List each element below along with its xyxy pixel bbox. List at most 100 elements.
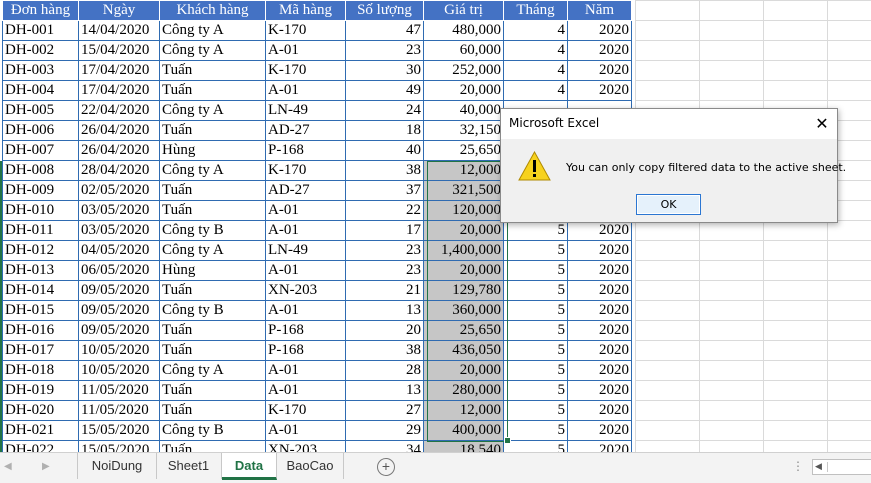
table-cell[interactable]: 60,000 [423, 40, 504, 61]
table-cell[interactable]: 5 [503, 360, 568, 381]
table-cell[interactable]: 03/05/2020 [78, 200, 160, 221]
table-cell[interactable]: K-170 [265, 400, 346, 421]
table-cell[interactable]: Tuấn [159, 180, 266, 201]
table-cell[interactable]: 400,000 [423, 420, 504, 441]
more-options-icon[interactable]: ⋮ [792, 459, 804, 473]
table-cell[interactable]: Công ty B [159, 420, 266, 441]
table-cell[interactable]: Công ty A [159, 20, 266, 41]
table-cell[interactable]: 23 [345, 40, 424, 61]
table-cell[interactable]: P-168 [265, 320, 346, 341]
table-cell[interactable]: 4 [503, 20, 568, 41]
fill-handle[interactable] [504, 437, 511, 444]
header-cell[interactable]: Số lượng [345, 0, 424, 21]
table-cell[interactable]: 17/04/2020 [78, 80, 160, 101]
table-cell[interactable]: 21 [345, 280, 424, 301]
table-cell[interactable]: 120,000 [423, 200, 504, 221]
table-cell[interactable]: LN-49 [265, 100, 346, 121]
table-cell[interactable]: Công ty A [159, 100, 266, 121]
table-cell[interactable]: Tuấn [159, 280, 266, 301]
worksheet-grid[interactable]: Đơn hàng Ngày Khách hàng Mã hàng Số lượn… [0, 0, 871, 452]
table-cell[interactable]: Tuấn [159, 320, 266, 341]
table-cell[interactable]: 2020 [567, 280, 632, 301]
table-cell[interactable]: 5 [503, 260, 568, 281]
table-cell[interactable]: 28 [345, 360, 424, 381]
table-cell[interactable]: Công ty A [159, 360, 266, 381]
header-cell[interactable]: Mã hàng [265, 0, 346, 21]
table-cell[interactable]: DH-015 [2, 300, 79, 321]
table-cell[interactable]: 1,400,000 [423, 240, 504, 261]
table-cell[interactable]: A-01 [265, 260, 346, 281]
table-cell[interactable]: 30 [345, 60, 424, 81]
table-cell[interactable]: XN-203 [265, 280, 346, 301]
table-cell[interactable]: AD-27 [265, 120, 346, 141]
table-cell[interactable]: DH-019 [2, 380, 79, 401]
table-cell[interactable]: 23 [345, 240, 424, 261]
table-cell[interactable]: 34 [345, 440, 424, 452]
table-cell[interactable]: Tuấn [159, 380, 266, 401]
table-cell[interactable]: K-170 [265, 60, 346, 81]
tab-baocao[interactable]: BaoCao [277, 453, 344, 479]
table-cell[interactable]: DH-003 [2, 60, 79, 81]
table-cell[interactable]: A-01 [265, 360, 346, 381]
table-cell[interactable]: Tuấn [159, 60, 266, 81]
table-cell[interactable]: Hùng [159, 260, 266, 281]
table-cell[interactable]: Công ty B [159, 300, 266, 321]
table-cell[interactable]: 2020 [567, 40, 632, 61]
table-cell[interactable]: 28/04/2020 [78, 160, 160, 181]
table-cell[interactable]: DH-010 [2, 200, 79, 221]
table-cell[interactable]: DH-014 [2, 280, 79, 301]
table-cell[interactable]: 4 [503, 60, 568, 81]
table-cell[interactable]: DH-008 [2, 160, 79, 181]
table-cell[interactable]: 09/05/2020 [78, 280, 160, 301]
table-cell[interactable]: Tuấn [159, 400, 266, 421]
table-cell[interactable]: A-01 [265, 420, 346, 441]
table-cell[interactable]: 15/05/2020 [78, 420, 160, 441]
scroll-left-icon[interactable]: ◀ [815, 461, 822, 472]
data-table[interactable]: Đơn hàng Ngày Khách hàng Mã hàng Số lượn… [2, 0, 632, 452]
tab-sheet1[interactable]: Sheet1 [156, 453, 222, 479]
table-cell[interactable]: K-170 [265, 160, 346, 181]
table-cell[interactable]: 04/05/2020 [78, 240, 160, 261]
table-cell[interactable]: 26/04/2020 [78, 120, 160, 141]
table-cell[interactable]: 49 [345, 80, 424, 101]
table-cell[interactable]: 2020 [567, 440, 632, 452]
table-cell[interactable]: 321,500 [423, 180, 504, 201]
table-cell[interactable]: 280,000 [423, 380, 504, 401]
table-cell[interactable]: 129,780 [423, 280, 504, 301]
table-cell[interactable]: LN-49 [265, 240, 346, 261]
table-cell[interactable]: 2020 [567, 240, 632, 261]
table-cell[interactable]: 5 [503, 340, 568, 361]
table-cell[interactable]: Công ty A [159, 160, 266, 181]
scroll-tabs-right-icon[interactable]: ▶ [42, 461, 52, 473]
table-cell[interactable]: 23 [345, 260, 424, 281]
tab-data[interactable]: Data [222, 453, 277, 480]
table-cell[interactable]: 03/05/2020 [78, 220, 160, 241]
table-cell[interactable]: 40 [345, 140, 424, 161]
table-cell[interactable]: 2020 [567, 420, 632, 441]
table-cell[interactable]: DH-020 [2, 400, 79, 421]
table-cell[interactable]: 20,000 [423, 80, 504, 101]
table-cell[interactable]: 38 [345, 160, 424, 181]
table-cell[interactable]: DH-013 [2, 260, 79, 281]
table-cell[interactable]: DH-001 [2, 20, 79, 41]
table-cell[interactable]: 47 [345, 20, 424, 41]
table-cell[interactable]: 20 [345, 320, 424, 341]
table-cell[interactable]: A-01 [265, 220, 346, 241]
table-cell[interactable]: 4 [503, 40, 568, 61]
table-cell[interactable]: 12,000 [423, 160, 504, 181]
table-cell[interactable]: 4 [503, 80, 568, 101]
table-cell[interactable]: 25,650 [423, 140, 504, 161]
table-cell[interactable]: A-01 [265, 380, 346, 401]
table-cell[interactable]: 22 [345, 200, 424, 221]
table-cell[interactable]: 2020 [567, 340, 632, 361]
table-cell[interactable]: AD-27 [265, 180, 346, 201]
table-cell[interactable]: 480,000 [423, 20, 504, 41]
table-cell[interactable]: 2020 [567, 380, 632, 401]
horizontal-scrollbar[interactable]: ◀ [812, 459, 871, 475]
table-cell[interactable]: 2020 [567, 400, 632, 421]
table-cell[interactable]: DH-009 [2, 180, 79, 201]
table-cell[interactable]: 2020 [567, 20, 632, 41]
table-cell[interactable]: 5 [503, 220, 568, 241]
ok-button[interactable]: OK [636, 194, 701, 215]
table-cell[interactable]: Tuấn [159, 340, 266, 361]
